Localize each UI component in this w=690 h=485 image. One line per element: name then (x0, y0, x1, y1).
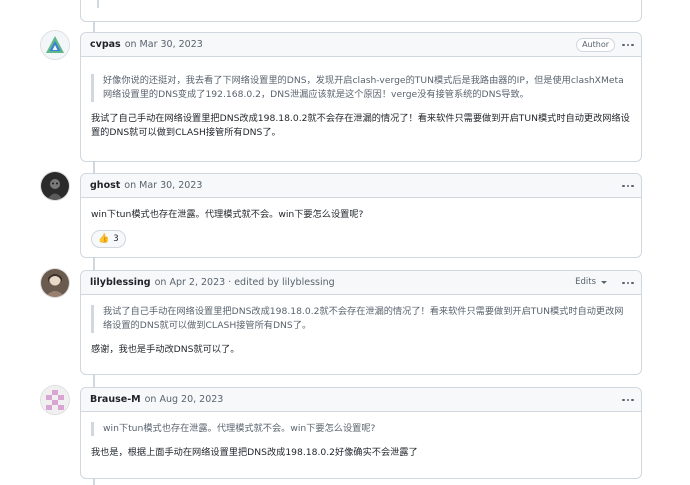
comment-quote: 好像你说的还挺对，我去看了下网络设置里的DNS，发现开启clash-verge的… (91, 74, 631, 102)
comment-header: Brause-M on Aug 20, 2023 (81, 388, 641, 412)
comment-body: win下tun模式也存在泄露。代理模式就不会。win下要怎么设置呢? 👍 3 (81, 198, 641, 258)
comment-date[interactable]: on Aug 20, 2023 (145, 394, 224, 405)
comment-card-lilyblessing: lilyblessing on Apr 2, 2023 · edited by … (80, 270, 642, 375)
comment-date[interactable]: on Apr 2, 2023 (155, 277, 226, 288)
edits-dropdown[interactable]: Edits (575, 277, 607, 287)
edits-label: Edits (575, 277, 596, 287)
previous-comment-bottom (80, 0, 642, 22)
comment-body: win下tun模式也存在泄露。代理模式就不会。win下要怎么设置呢? 我也是，根… (81, 412, 641, 470)
ghost-avatar-icon (41, 172, 69, 200)
comment-header: lilyblessing on Apr 2, 2023 · edited by … (81, 271, 641, 295)
edited-by[interactable]: · edited by lilyblessing (228, 277, 335, 288)
comment-date[interactable]: on Mar 30, 2023 (124, 180, 202, 191)
user-photo-icon (41, 269, 69, 297)
comment-text: win下tun模式也存在泄露。代理模式就不会。win下要怎么设置呢? (91, 209, 364, 220)
author-badge: Author (576, 38, 615, 52)
comment-author[interactable]: Brause-M (90, 394, 141, 405)
comment-text: 我试了自己手动在网络设置里把DNS改成198.18.0.2就不会存在泄漏的情况了… (91, 113, 630, 138)
thumbs-up-icon: 👍 (98, 234, 110, 244)
avatar-cvpas[interactable] (41, 31, 69, 59)
comment-date[interactable]: on Mar 30, 2023 (125, 39, 203, 50)
previous-quote-border (97, 0, 99, 8)
caret-down-icon (601, 280, 607, 284)
more-options-icon[interactable] (621, 276, 635, 290)
identicon-icon (41, 386, 69, 414)
comment-text: 我也是，根据上面手动在网络设置里把DNS改成198.18.0.2好像确实不会泄露… (91, 447, 418, 458)
comment-text: 感谢，我也是手动改DNS就可以了。 (91, 344, 240, 355)
comment-card-cvpas: cvpas on Mar 30, 2023 Author 好像你说的还挺对，我去… (80, 32, 642, 162)
avatar-brause-m[interactable] (41, 386, 69, 414)
more-options-icon[interactable] (621, 393, 635, 407)
more-options-icon[interactable] (621, 38, 635, 52)
comment-body: 好像你说的还挺对，我去看了下网络设置里的DNS，发现开启clash-verge的… (81, 57, 641, 150)
more-options-icon[interactable] (621, 179, 635, 193)
comment-author[interactable]: lilyblessing (90, 277, 151, 288)
avatar-lilyblessing[interactable] (41, 269, 69, 297)
comment-quote: 我试了自己手动在网络设置里把DNS改成198.18.0.2就不会存在泄漏的情况了… (91, 305, 631, 333)
triangle-logo-icon (41, 31, 69, 59)
comment-card-brause-m: Brause-M on Aug 20, 2023 win下tun模式也存在泄露。… (80, 387, 642, 479)
comment-author[interactable]: ghost (90, 180, 120, 191)
comment-card-ghost: ghost on Mar 30, 2023 win下tun模式也存在泄露。代理模… (80, 173, 642, 258)
comment-header: ghost on Mar 30, 2023 (81, 174, 641, 198)
comment-header: cvpas on Mar 30, 2023 Author (81, 33, 641, 57)
thumbs-up-reaction[interactable]: 👍 3 (91, 230, 126, 248)
avatar-ghost[interactable] (41, 172, 69, 200)
comment-quote: win下tun模式也存在泄露。代理模式就不会。win下要怎么设置呢? (91, 422, 631, 436)
comment-body: 我试了自己手动在网络设置里把DNS改成198.18.0.2就不会存在泄漏的情况了… (81, 295, 641, 367)
reaction-count: 3 (113, 234, 119, 244)
comment-author[interactable]: cvpas (90, 39, 121, 50)
